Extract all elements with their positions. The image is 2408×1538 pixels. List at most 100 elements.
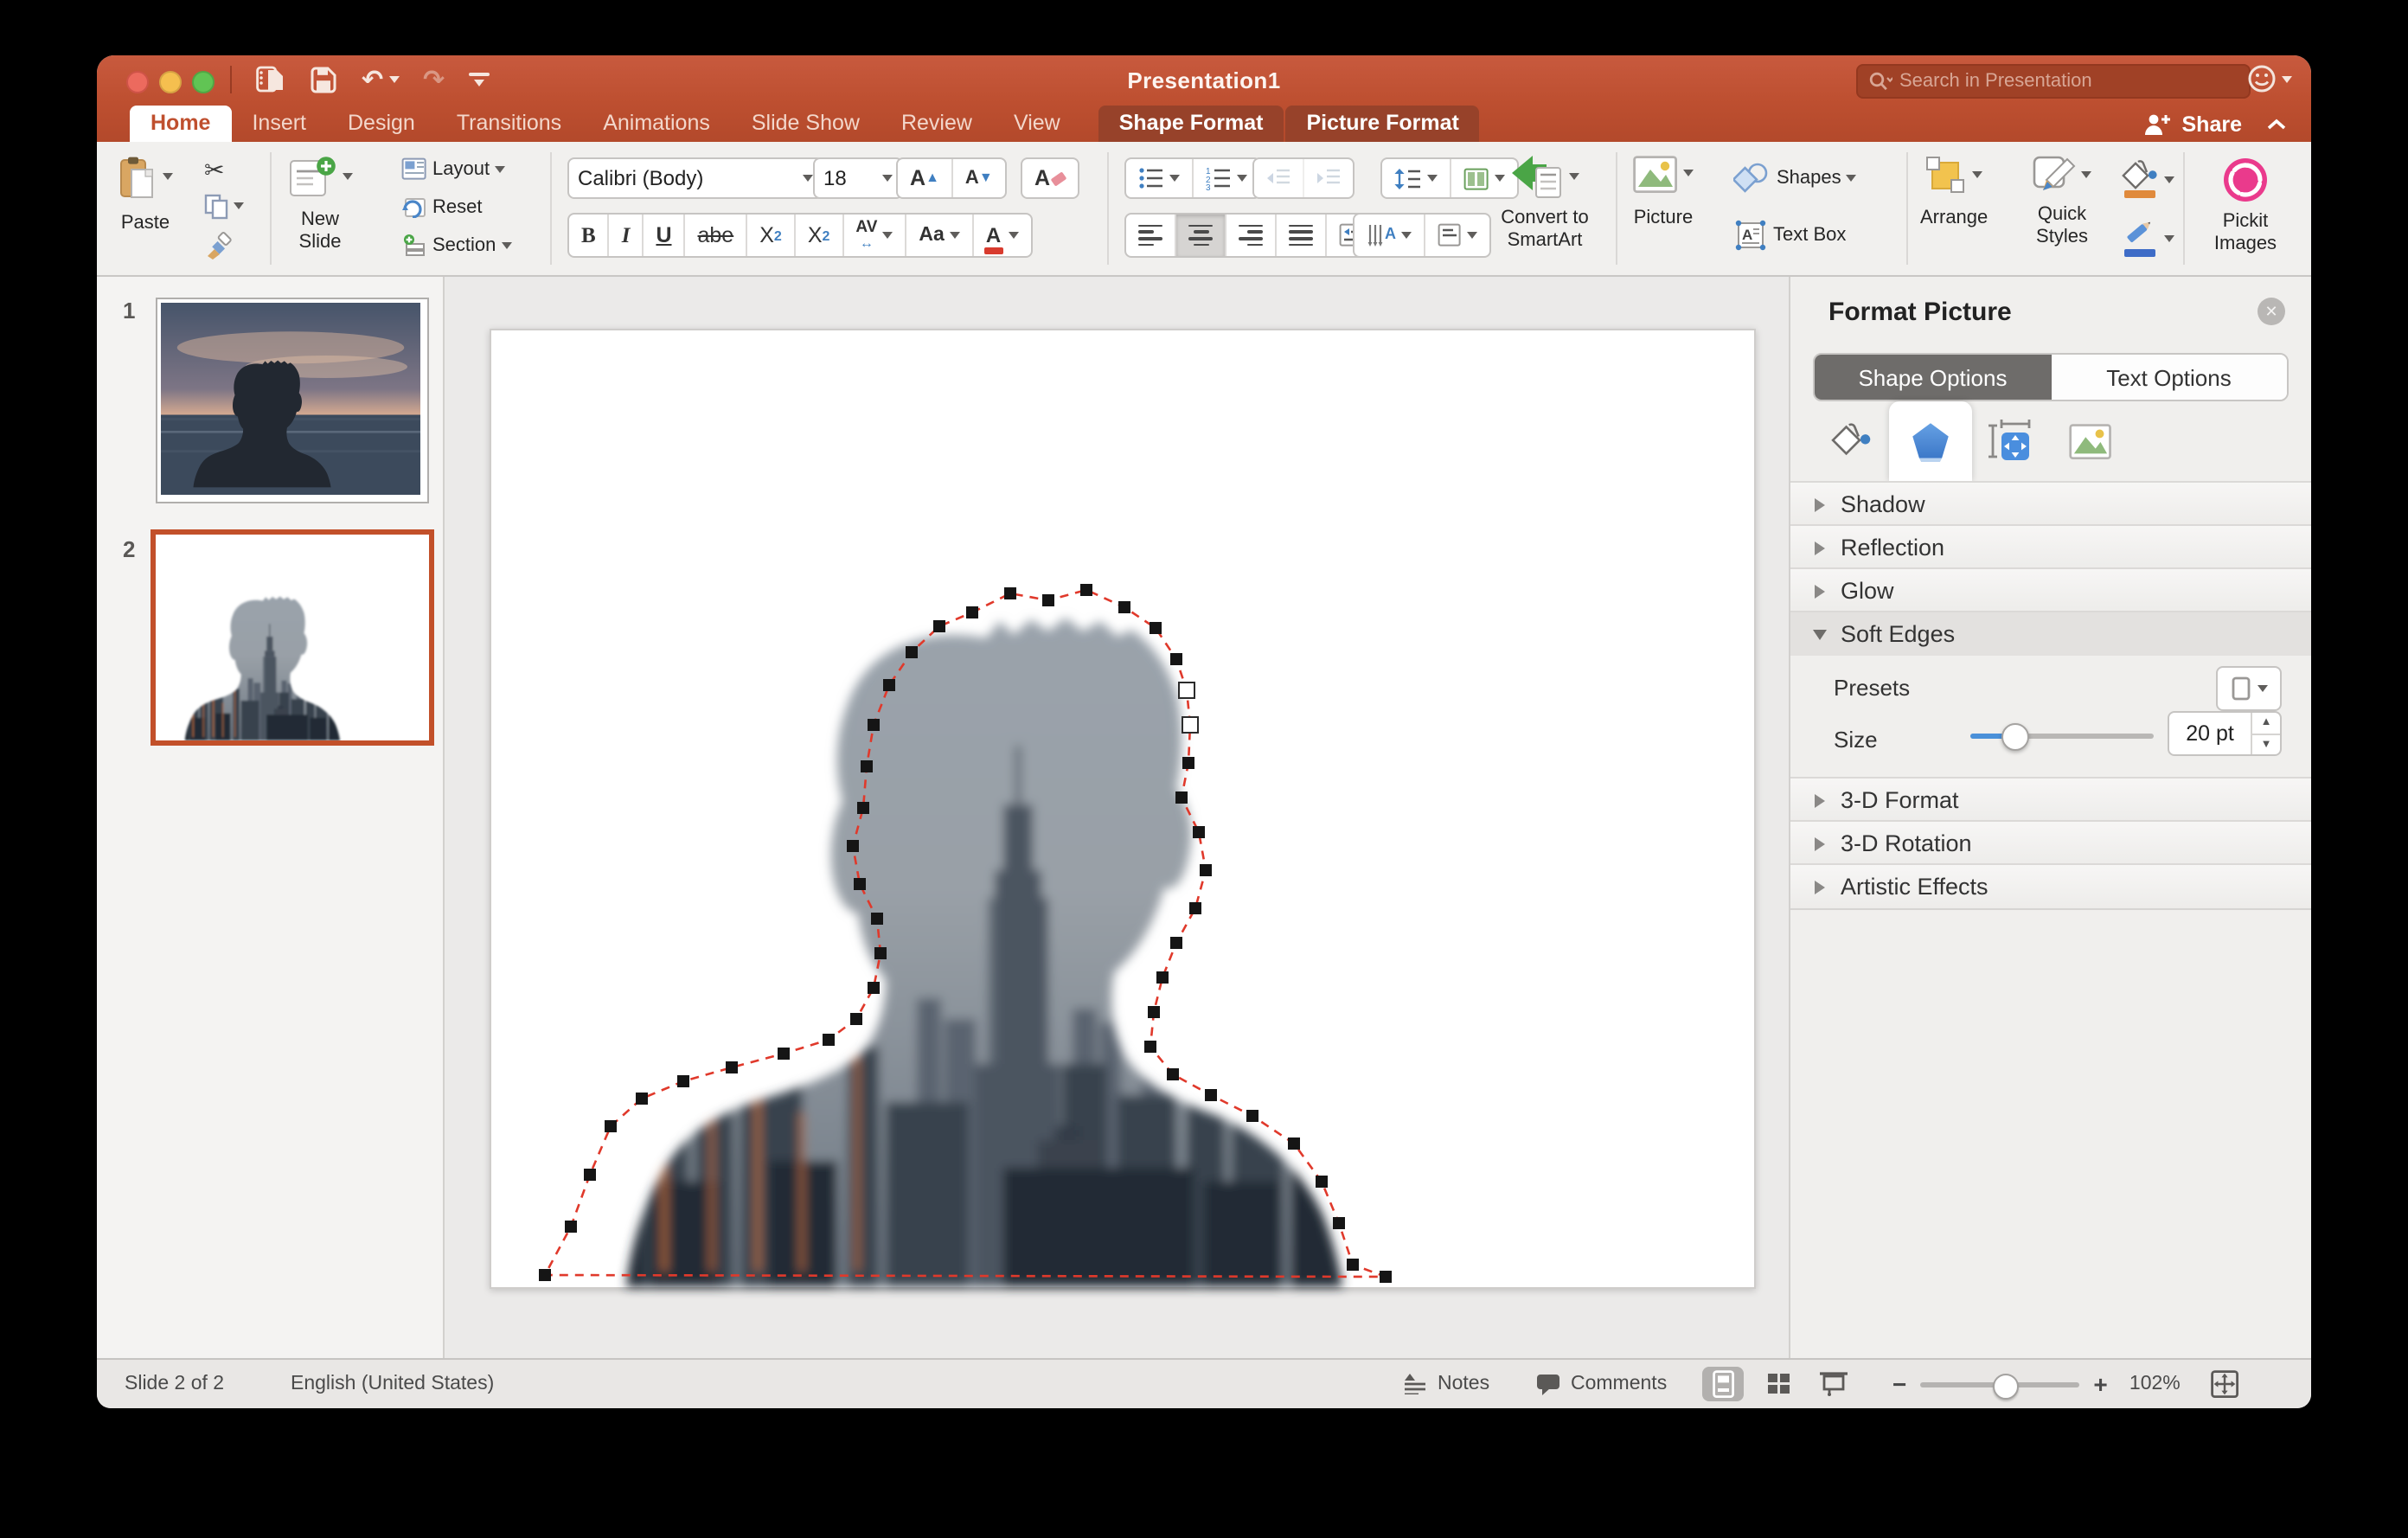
shape-outline-dropdown-icon[interactable] <box>2164 235 2174 242</box>
new-slide-dropdown-icon[interactable] <box>342 173 352 180</box>
edit-point[interactable] <box>883 679 895 691</box>
notes-button[interactable]: Notes <box>1405 1360 1489 1408</box>
slide-1-thumbnail[interactable] <box>156 298 429 503</box>
tab-home[interactable]: Home <box>130 106 231 142</box>
text-options-tab[interactable]: Text Options <box>2051 355 2287 400</box>
clear-formatting-button[interactable]: A <box>1022 159 1078 197</box>
edit-point-selected[interactable] <box>1182 717 1198 733</box>
section-button[interactable]: Section <box>401 234 511 256</box>
fill-line-tab-icon[interactable] <box>1828 419 1873 464</box>
edit-point[interactable] <box>847 840 859 852</box>
new-slide-button[interactable]: New Slide <box>287 156 353 253</box>
zoom-percentage[interactable]: 102% <box>2122 1374 2181 1394</box>
tab-picture-format[interactable]: Picture Format <box>1285 106 1479 142</box>
soft-edges-section-header[interactable]: Soft Edges <box>1790 611 2311 657</box>
edit-point[interactable] <box>868 719 880 731</box>
search-input[interactable]: Search in Presentation <box>1856 64 2251 99</box>
edit-point[interactable] <box>1170 653 1182 665</box>
change-case-button[interactable]: Aa <box>906 215 973 256</box>
edit-point[interactable] <box>1316 1176 1328 1188</box>
copy-button[interactable] <box>204 194 244 220</box>
soft-edge-size-slider[interactable] <box>1970 723 2154 747</box>
edit-point[interactable] <box>823 1034 835 1046</box>
3d-rotation-section-header[interactable]: 3-D Rotation <box>1790 820 2311 867</box>
comments-button[interactable]: Comments <box>1536 1360 1667 1408</box>
align-right-button[interactable] <box>1226 215 1277 256</box>
shapes-dropdown-icon[interactable] <box>1847 175 1857 182</box>
zoom-slider[interactable] <box>1920 1372 2079 1396</box>
edit-point[interactable] <box>1156 971 1169 984</box>
edit-point[interactable] <box>636 1093 648 1105</box>
shapes-button[interactable]: Shapes <box>1733 163 1857 194</box>
arrange-dropdown-icon[interactable] <box>1972 171 1982 178</box>
quick-styles-dropdown-icon[interactable] <box>2081 171 2091 178</box>
edit-point[interactable] <box>906 646 918 658</box>
reset-button[interactable]: Reset <box>401 195 483 218</box>
edit-point[interactable] <box>854 878 866 890</box>
slide-editing-surface[interactable] <box>490 329 1756 1289</box>
edit-point[interactable] <box>1042 594 1054 606</box>
edit-point[interactable] <box>1380 1271 1392 1283</box>
layout-dropdown-icon[interactable] <box>495 165 505 172</box>
slide-2-thumbnail[interactable] <box>150 529 434 746</box>
format-painter-icon[interactable] <box>204 232 232 268</box>
tab-review[interactable]: Review <box>881 106 993 142</box>
effects-tab-icon[interactable] <box>1908 419 1953 464</box>
edit-point[interactable] <box>1148 1006 1160 1018</box>
edit-point[interactable] <box>605 1120 617 1132</box>
size-properties-tab-icon[interactable] <box>1988 419 2033 464</box>
edit-point[interactable] <box>861 760 873 772</box>
edit-point[interactable] <box>584 1169 596 1181</box>
normal-view-button[interactable] <box>1702 1367 1744 1401</box>
zoom-slider-knob[interactable] <box>1992 1373 2018 1399</box>
edit-point[interactable] <box>1189 902 1201 914</box>
edit-point[interactable] <box>1200 864 1212 876</box>
arrange-button[interactable]: Arrange <box>1920 156 1988 229</box>
edit-point[interactable] <box>1004 587 1016 599</box>
layout-button[interactable]: Layout <box>401 157 505 180</box>
paste-dropdown-icon[interactable] <box>163 173 173 180</box>
edit-point[interactable] <box>1182 757 1194 769</box>
edit-point[interactable] <box>1193 826 1205 838</box>
stepper-down-icon[interactable]: ▼ <box>2252 734 2280 754</box>
align-center-button[interactable] <box>1176 215 1226 256</box>
slide-sorter-view-button[interactable] <box>1758 1367 1799 1401</box>
edit-point[interactable] <box>933 620 945 632</box>
slide-show-button[interactable] <box>1813 1367 1854 1401</box>
feedback-smiley-button[interactable] <box>2247 64 2292 93</box>
section-dropdown-icon[interactable] <box>501 241 511 248</box>
picture-dropdown-icon[interactable] <box>1683 170 1694 176</box>
text-box-button[interactable]: A Text Box <box>1733 218 1846 253</box>
stepper-up-icon[interactable]: ▲ <box>2252 713 2280 734</box>
fit-slide-button[interactable] <box>2212 1370 2239 1398</box>
strikethrough-button[interactable]: abe <box>686 215 748 256</box>
paste-button[interactable]: Paste <box>118 156 173 234</box>
underline-button[interactable]: U <box>644 215 685 256</box>
slide-canvas[interactable] <box>445 277 1789 1358</box>
edit-point[interactable] <box>966 606 978 618</box>
italic-button[interactable]: I <box>610 215 644 256</box>
text-direction-button[interactable]: A <box>1354 215 1425 256</box>
double-exposure-picture[interactable] <box>560 555 1425 1299</box>
convert-smartart-button[interactable]: Convert to SmartArt <box>1491 156 1598 252</box>
edit-point[interactable] <box>1150 622 1162 634</box>
3d-format-section-header[interactable]: 3-D Format <box>1790 777 2311 823</box>
increase-font-button[interactable]: A▲ <box>898 159 953 197</box>
subscript-button[interactable]: X2 <box>796 215 844 256</box>
edit-point[interactable] <box>871 913 883 925</box>
shadow-section-header[interactable]: Shadow <box>1790 481 2311 528</box>
shape-fill-dropdown-icon[interactable] <box>2164 176 2174 183</box>
bold-button[interactable]: B <box>569 215 610 256</box>
tab-animations[interactable]: Animations <box>582 106 731 142</box>
edit-point[interactable] <box>677 1075 689 1087</box>
tab-insert[interactable]: Insert <box>231 106 327 142</box>
panel-close-icon[interactable]: ✕ <box>2258 298 2285 325</box>
edit-point[interactable] <box>1288 1137 1300 1150</box>
edit-point[interactable] <box>868 982 880 994</box>
shape-fill-button[interactable] <box>2121 159 2174 201</box>
align-text-button[interactable] <box>1425 215 1489 256</box>
glow-section-header[interactable]: Glow <box>1790 567 2311 614</box>
edit-point[interactable] <box>874 947 887 959</box>
pickit-images-button[interactable]: Pickit Images <box>2197 156 2294 255</box>
edit-point[interactable] <box>726 1061 738 1073</box>
